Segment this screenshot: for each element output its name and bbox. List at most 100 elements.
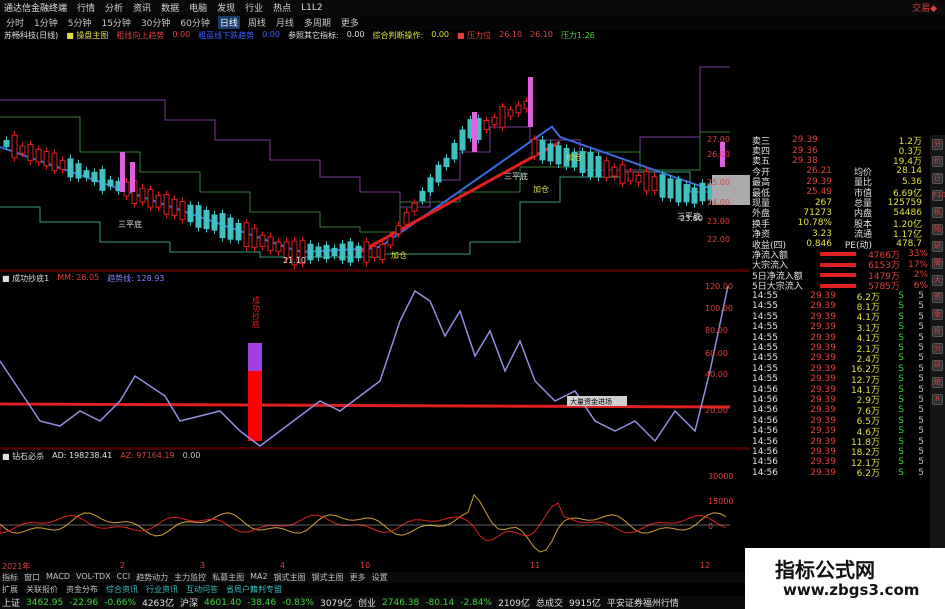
side-tool-icon[interactable]: 日: [932, 173, 943, 184]
ext-tab-5[interactable]: 互动问答: [186, 584, 218, 595]
yaxis-label: 60.00: [705, 349, 728, 358]
side-tool-icon[interactable]: 资: [932, 292, 943, 303]
menu-fenxi[interactable]: 分析: [105, 1, 123, 14]
tab-3[interactable]: 15分钟: [99, 16, 132, 29]
tab-6[interactable]: 日线: [217, 16, 240, 29]
indicator-tab-2[interactable]: MACD: [46, 572, 70, 583]
indicator-tab-6[interactable]: 主力监控: [174, 572, 206, 583]
side-tool-icon[interactable]: R: [932, 394, 943, 405]
tab-5[interactable]: 60分钟: [178, 16, 211, 29]
oscillator-chart-1[interactable]: 成功抄底大量资金进场 120.00 100.00 80.00 60.00 40.00 20.…: [0, 271, 750, 449]
stat-label: 外盘: [752, 209, 771, 219]
side-tool-icon[interactable]: 研: [932, 241, 943, 252]
tab-7[interactable]: 周线: [246, 16, 268, 29]
info-item-2: 粗线向上趋势: [116, 31, 165, 40]
indicator-tab-4[interactable]: CCI: [117, 572, 131, 583]
candle: [315, 242, 322, 262]
quote-panel: 卖三 29.39 1.2万 卖四 29.36 0.3万 卖五 29.38 19.4万 今开 26.2…: [752, 135, 930, 561]
indicator-tab-3[interactable]: VOL-TDX: [76, 572, 111, 583]
menu-redian[interactable]: 热点: [273, 1, 291, 14]
menu-hangye[interactable]: 行业: [245, 1, 263, 14]
candle: [11, 131, 18, 162]
info-item-1: ■ 操盘主图: [66, 31, 109, 40]
tab-8[interactable]: 月线: [274, 16, 296, 29]
indicator-tab-11[interactable]: 更多: [350, 572, 366, 583]
side-tool-icon[interactable]: 统: [932, 377, 943, 388]
candle: [107, 175, 114, 191]
menu-hangqing[interactable]: 行情: [77, 1, 95, 14]
candle: [491, 113, 498, 129]
tab-0[interactable]: 分时: [4, 16, 26, 29]
tick-vol: 6.2万: [856, 292, 880, 302]
candle: [531, 135, 538, 160]
tab-9[interactable]: 多周期: [302, 16, 333, 29]
tab-2[interactable]: 5分钟: [66, 16, 94, 29]
menu-l1l2[interactable]: L1L2: [301, 3, 322, 13]
side-tool-icon[interactable]: 价: [932, 156, 943, 167]
tick-row: 14:55 29.39 16.2万 S 5: [752, 364, 930, 374]
menu-diannao[interactable]: 电脑: [189, 1, 207, 14]
candle: [75, 159, 82, 183]
indicator-tab-5[interactable]: 趋势动力: [136, 572, 168, 583]
info-item-10: ■ 压力位: [457, 31, 492, 40]
oscillator-chart-2[interactable]: 30000 15000 0: [0, 449, 750, 561]
candle: [235, 219, 242, 244]
indicator-tab-8[interactable]: MA2: [250, 572, 267, 583]
side-tool-icon[interactable]: 版: [932, 309, 943, 320]
tick-count: 5: [918, 343, 924, 353]
tick-vol: 7.6万: [856, 406, 880, 416]
tab-10[interactable]: 更多: [339, 16, 361, 29]
candle: [51, 149, 58, 175]
menu-faxian[interactable]: 发现: [217, 1, 235, 14]
indicator-tab-12[interactable]: 设置: [372, 572, 388, 583]
side-tool-icon[interactable]: 研: [932, 360, 943, 371]
ext-tab-3[interactable]: 综合资讯: [106, 584, 138, 595]
indicator-tabs: 指标 窗口 MACD VOL-TDX CCI 趋势动力 主力监控 私募主图 MA2 钢式主图 钢式主…: [0, 572, 745, 583]
app-title: 通达信金融终端: [4, 4, 68, 14]
side-tool-icon[interactable]: F10: [932, 190, 945, 201]
indicator-tab-1[interactable]: 窗口: [24, 572, 40, 583]
indicator-tab-7[interactable]: 私募主图: [212, 572, 244, 583]
ext-tab-0[interactable]: 扩展: [2, 584, 18, 595]
tab-1[interactable]: 1分钟: [32, 16, 60, 29]
tick-count: 5: [918, 384, 924, 395]
indicator-tab-0[interactable]: 指标: [2, 572, 18, 583]
ext-tab-2[interactable]: 资金分布: [66, 584, 98, 595]
tick-price: 29.39: [810, 343, 836, 353]
kline-chart[interactable]: 三平底三平底三平底加仓加仓加仓21.1023.6027.0026.0025.00…: [0, 42, 750, 271]
menu-shuju[interactable]: 数据: [161, 1, 179, 14]
trade-button[interactable]: 交易◆: [912, 1, 937, 14]
tick-time: 14:56: [752, 467, 778, 478]
ask-price: 29.38: [792, 155, 818, 166]
ext-tab-4[interactable]: 行业资讯: [146, 584, 178, 595]
osc2-label-0: ■ 钻石必杀: [2, 452, 45, 461]
side-tool-icon[interactable]: 大: [932, 275, 943, 286]
side-tool-icon[interactable]: 分: [932, 343, 943, 354]
stat-row: 外盘 71273 内盘 54486: [752, 208, 930, 218]
ext-tab-6[interactable]: 省局户籍判专盟: [226, 584, 282, 595]
side-tool-icon[interactable]: 板: [932, 207, 943, 218]
side-tool-icon[interactable]: 陆: [932, 224, 943, 235]
tab-4[interactable]: 30分钟: [139, 16, 172, 29]
indicator-tab-9[interactable]: 钢式主图: [274, 572, 306, 583]
indicator-tab-10[interactable]: 钢式主图: [312, 572, 344, 583]
yaxis-label: 23.00: [707, 217, 730, 226]
tick-time: 14:55: [752, 322, 778, 333]
ext-tab-1[interactable]: 关联报价: [26, 584, 58, 595]
signal-spike: [248, 343, 262, 441]
flow-value: 4766万: [868, 251, 900, 260]
tick-row: 14:56 29.39 2.9万 S 5: [752, 395, 930, 405]
yaxis-label: 24.00: [707, 198, 730, 207]
side-tool-icon[interactable]: 牌: [932, 258, 943, 269]
candle: [35, 145, 42, 167]
side-tool-icon[interactable]: 分: [932, 139, 943, 150]
tick-price: 29.39: [810, 446, 836, 457]
tick-vol: 2.1万: [856, 344, 880, 354]
side-tool-icon[interactable]: 投: [932, 326, 943, 337]
signal-label: 三平底: [118, 219, 142, 229]
status-item-6: 4601.40: [204, 597, 242, 608]
info-item-5: 0.00: [262, 30, 280, 39]
date-tick: 12: [700, 561, 711, 570]
menu-zixun[interactable]: 资讯: [133, 1, 151, 14]
tick-time: 14:55: [752, 343, 778, 353]
